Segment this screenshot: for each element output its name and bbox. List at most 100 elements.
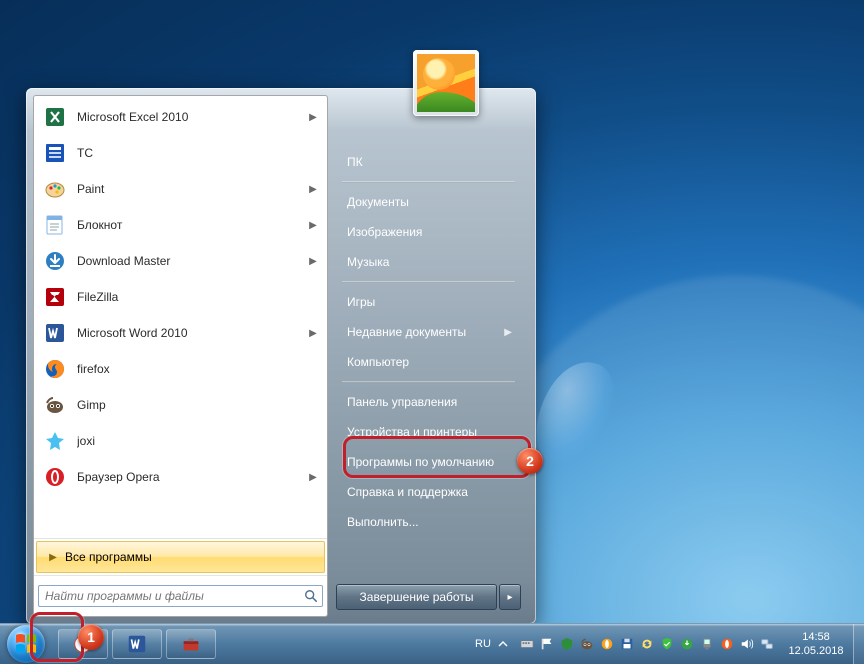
tray-firewall-icon[interactable] [559, 636, 575, 652]
search-input[interactable] [39, 587, 300, 605]
tray-volume-icon[interactable] [739, 636, 755, 652]
tray-keyboard-icon[interactable] [519, 636, 535, 652]
startmenu-link-label: Выполнить... [347, 515, 419, 529]
tray-opera-red-icon[interactable] [719, 636, 735, 652]
program-label: firefox [77, 362, 320, 376]
program-label: TC [77, 146, 320, 160]
clock-time: 14:58 [783, 630, 849, 644]
all-programs-button[interactable]: ▶ Все программы [36, 541, 325, 573]
program-item-joxi[interactable]: joxi [36, 423, 325, 459]
startmenu-link-программы-по-умолчанию[interactable]: Программы по умолчанию [336, 447, 521, 477]
startmenu-link-панель-управления[interactable]: Панель управления [336, 387, 521, 417]
submenu-arrow-icon: ▶ [306, 328, 320, 339]
search-icon [300, 585, 322, 607]
program-item-opera[interactable]: Браузер Opera▶ [36, 459, 325, 495]
annotation-badge-1: 1 [78, 624, 104, 650]
tray-diskette-icon[interactable] [619, 636, 635, 652]
startmenu-link-label: Документы [347, 195, 409, 209]
startmenu-link-документы[interactable]: Документы [336, 187, 521, 217]
program-item-word[interactable]: Microsoft Word 2010▶ [36, 315, 325, 351]
separator [342, 281, 515, 283]
opera-icon [41, 463, 69, 491]
clock-date: 12.05.2018 [783, 644, 849, 658]
tray-device-icon[interactable] [699, 636, 715, 652]
program-item-gimp[interactable]: Gimp [36, 387, 325, 423]
startmenu-link-label: Устройства и принтеры [347, 425, 477, 439]
tray-torrent-icon[interactable] [679, 636, 695, 652]
all-programs-label: Все программы [65, 550, 152, 564]
user-folder-link[interactable]: ПК [336, 147, 521, 177]
program-label: Download Master [77, 254, 306, 268]
startmenu-link-недавние-документы[interactable]: Недавние документы▶ [336, 317, 521, 347]
filezilla-icon [41, 283, 69, 311]
startmenu-link-игры[interactable]: Игры [336, 287, 521, 317]
dm-icon [41, 247, 69, 275]
program-list: Microsoft Excel 2010▶TCPaint▶Блокнот▶Dow… [34, 96, 327, 538]
startmenu-link-label: Справка и поддержка [347, 485, 468, 499]
user-folder-label: ПК [347, 155, 363, 169]
startmenu-link-label: Программы по умолчанию [347, 455, 494, 469]
program-label: Gimp [77, 398, 320, 412]
startmenu-link-справка-и-поддержка[interactable]: Справка и поддержка [336, 477, 521, 507]
show-desktop-button[interactable] [853, 624, 864, 664]
program-item-firefox[interactable]: firefox [36, 351, 325, 387]
tray-flag-icon[interactable] [539, 636, 555, 652]
submenu-arrow-icon: ▶ [306, 472, 320, 483]
startmenu-link-label: Недавние документы [347, 325, 466, 339]
startmenu-link-выполнить-[interactable]: Выполнить... [336, 507, 521, 537]
flower-icon [417, 54, 475, 112]
program-item-dm[interactable]: Download Master▶ [36, 243, 325, 279]
program-item-excel[interactable]: Microsoft Excel 2010▶ [36, 99, 325, 135]
word-icon [41, 319, 69, 347]
program-label: Microsoft Excel 2010 [77, 110, 306, 124]
shutdown-label: Завершение работы [360, 590, 474, 604]
triangle-right-icon: ▶ [41, 552, 65, 563]
shutdown-options-button[interactable]: ▸ [499, 584, 521, 610]
search-box[interactable] [38, 585, 323, 607]
tray-sync-icon[interactable] [639, 636, 655, 652]
program-label: Браузер Opera [77, 470, 306, 484]
startmenu-link-label: Изображения [347, 225, 422, 239]
program-label: Paint [77, 182, 306, 196]
annotation-badge-2: 2 [517, 448, 543, 474]
startmenu-link-label: Музыка [347, 255, 389, 269]
tc-icon [41, 139, 69, 167]
tray-opera-mini-icon[interactable] [599, 636, 615, 652]
program-label: FileZilla [77, 290, 320, 304]
user-avatar[interactable] [413, 50, 479, 116]
program-label: Блокнот [77, 218, 306, 232]
notepad-icon [41, 211, 69, 239]
startmenu-link-label: Игры [347, 295, 375, 309]
startmenu-link-устройства-и-принтеры[interactable]: Устройства и принтеры [336, 417, 521, 447]
program-item-filezilla[interactable]: FileZilla [36, 279, 325, 315]
desktop: Microsoft Excel 2010▶TCPaint▶Блокнот▶Dow… [0, 0, 864, 664]
program-item-paint[interactable]: Paint▶ [36, 171, 325, 207]
tray-gimp-icon[interactable] [579, 636, 595, 652]
tray-overflow-button[interactable] [495, 636, 511, 652]
taskbar-button-word-app[interactable] [112, 629, 162, 659]
start-button[interactable] [7, 625, 45, 663]
program-item-tc[interactable]: TC [36, 135, 325, 171]
submenu-arrow-icon: ▶ [306, 184, 320, 195]
tray-network-icon[interactable] [759, 636, 775, 652]
startmenu-link-компьютер[interactable]: Компьютер [336, 347, 521, 377]
tray-shield-icon[interactable] [659, 636, 675, 652]
system-tray [513, 636, 781, 652]
startmenu-link-label: Компьютер [347, 355, 409, 369]
language-indicator[interactable]: RU [471, 638, 495, 650]
shutdown-button[interactable]: Завершение работы [336, 584, 497, 610]
firefox-icon [41, 355, 69, 383]
joxi-icon [41, 427, 69, 455]
startmenu-link-изображения[interactable]: Изображения [336, 217, 521, 247]
excel-icon [41, 103, 69, 131]
startmenu-link-label: Панель управления [347, 395, 457, 409]
startmenu-link-музыка[interactable]: Музыка [336, 247, 521, 277]
taskbar-clock[interactable]: 14:58 12.05.2018 [781, 627, 853, 661]
taskbar-button-toolbox-app[interactable] [166, 629, 216, 659]
separator [342, 381, 515, 383]
submenu-arrow-icon: ▶ [306, 256, 320, 267]
submenu-arrow-icon: ▶ [306, 112, 320, 123]
taskbar: RU 14:58 12.05.2018 [0, 623, 864, 664]
toolbox-icon [180, 633, 202, 655]
program-item-notepad[interactable]: Блокнот▶ [36, 207, 325, 243]
